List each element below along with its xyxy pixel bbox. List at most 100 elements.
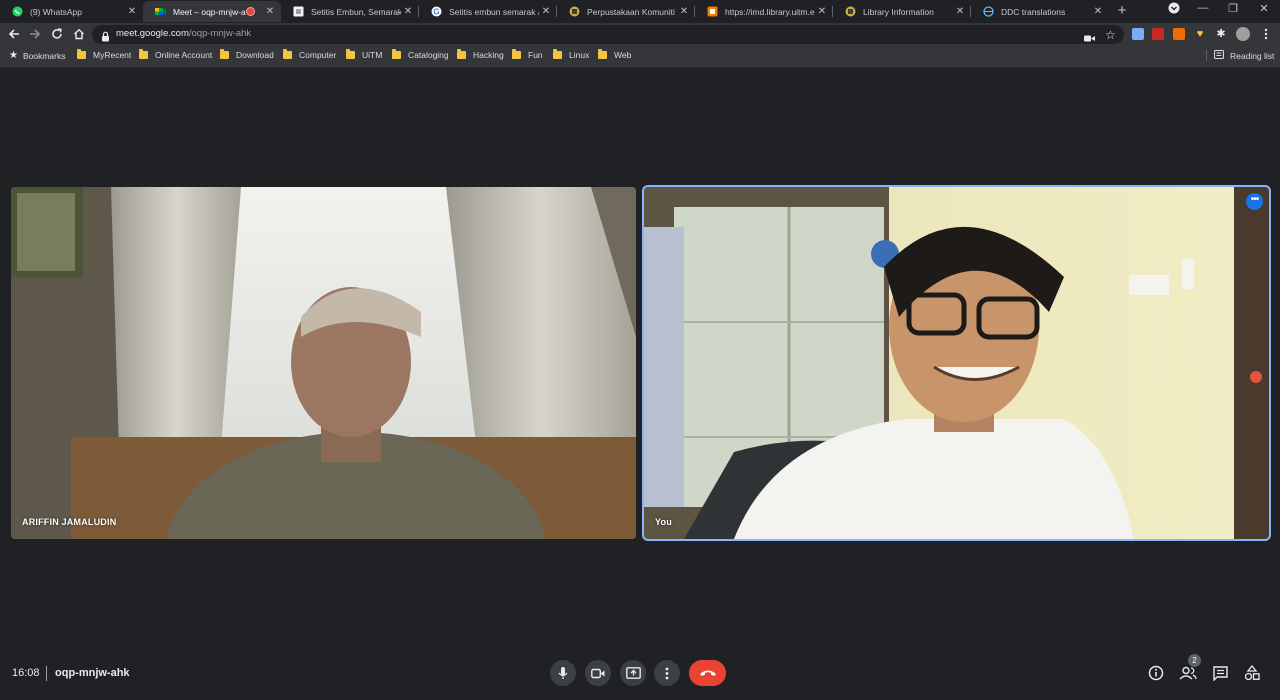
meeting-code: oqp-mnjw-ahk bbox=[55, 667, 130, 679]
close-tab-icon[interactable]: ✕ bbox=[539, 6, 553, 17]
meeting-details-button[interactable] bbox=[1147, 664, 1165, 682]
activities-shapes-icon bbox=[1244, 665, 1260, 681]
participant-tile-remote[interactable]: ARIFFIN JAMALUDIN bbox=[11, 187, 636, 539]
meeting-info-divider bbox=[46, 666, 47, 681]
folder-icon bbox=[553, 49, 562, 59]
tab-ddc-translations[interactable]: DDC translations ✕ bbox=[971, 1, 1109, 22]
forward-button[interactable] bbox=[28, 27, 42, 41]
more-options-button[interactable] bbox=[654, 660, 680, 686]
profile-avatar[interactable] bbox=[1236, 27, 1250, 41]
tab-whatsapp[interactable]: (9) WhatsApp ✕ bbox=[0, 1, 143, 22]
restore-window-button[interactable]: ❐ bbox=[1223, 2, 1243, 15]
tab-imd-library[interactable]: https://imd.library.uitm.edu ✕ bbox=[695, 1, 833, 22]
bookmark-star-icon[interactable]: ☆ bbox=[1105, 28, 1116, 42]
close-tab-icon[interactable]: ✕ bbox=[125, 6, 139, 17]
page-icon bbox=[293, 6, 304, 17]
bookmark-folder-myrecent[interactable]: MyRecent bbox=[77, 49, 132, 60]
close-tab-icon[interactable]: ✕ bbox=[401, 6, 415, 17]
tab-divider bbox=[970, 6, 971, 17]
bookmarks-manager[interactable]: ★ Bookmarks bbox=[9, 50, 65, 61]
tab-title: Setitis Embun, Semarak Ap bbox=[311, 6, 401, 17]
tab-title: https://imd.library.uitm.edu bbox=[725, 6, 815, 17]
bookmark-folder-hacking[interactable]: Hacking bbox=[457, 49, 504, 60]
bookmark-folder-computer[interactable]: Computer bbox=[283, 49, 336, 60]
bookmark-label: Online Account bbox=[155, 50, 213, 60]
folder-icon bbox=[457, 49, 466, 59]
close-tab-icon[interactable]: ✕ bbox=[815, 6, 829, 17]
close-tab-icon[interactable]: ✕ bbox=[953, 6, 967, 17]
browser-menu-icon[interactable] bbox=[1259, 27, 1273, 41]
tab-google-search[interactable]: G Setitis embun semarak ap ✕ bbox=[419, 1, 557, 22]
bookmarks-bar: ★ Bookmarks MyRecent Online Account Downl… bbox=[0, 46, 1280, 68]
extension-orange-icon[interactable] bbox=[1173, 28, 1185, 40]
reading-list-button[interactable]: Reading list bbox=[1206, 50, 1274, 61]
tab-divider bbox=[556, 6, 557, 17]
close-tab-icon[interactable]: ✕ bbox=[1091, 6, 1105, 17]
activities-button[interactable] bbox=[1243, 664, 1261, 682]
new-tab-button[interactable]: + bbox=[1114, 3, 1130, 19]
meeting-clock: 16:08 bbox=[12, 667, 40, 679]
tab-library-information[interactable]: Library Information ✕ bbox=[833, 1, 971, 22]
more-vert-icon bbox=[665, 667, 669, 679]
bookmark-folder-web[interactable]: Web bbox=[598, 49, 631, 60]
folder-icon bbox=[346, 49, 355, 59]
chat-icon bbox=[1212, 665, 1228, 681]
home-button[interactable] bbox=[72, 27, 86, 41]
url-path: /oqp-mnjw-ahk bbox=[188, 28, 252, 39]
address-bar[interactable]: meet.google.com/oqp-mnjw-ahk ☆ bbox=[92, 25, 1124, 44]
camera-icon bbox=[591, 668, 605, 678]
extension-red-icon[interactable] bbox=[1152, 28, 1164, 40]
present-screen-button[interactable] bbox=[620, 660, 646, 686]
back-button[interactable] bbox=[7, 27, 21, 41]
chat-button[interactable] bbox=[1211, 664, 1229, 682]
microphone-icon bbox=[558, 667, 568, 679]
tile-more-options-button[interactable]: ••• bbox=[1246, 193, 1263, 210]
tab-title: (9) WhatsApp bbox=[30, 6, 82, 17]
whatsapp-icon bbox=[12, 6, 23, 17]
library-icon bbox=[569, 6, 580, 17]
close-tab-icon[interactable]: ✕ bbox=[677, 6, 691, 17]
tab-divider bbox=[832, 6, 833, 17]
url-host: meet.google.com bbox=[116, 28, 189, 39]
close-tab-icon[interactable]: ✕ bbox=[263, 6, 277, 17]
bookmark-folder-download[interactable]: Download bbox=[220, 49, 274, 60]
bookmark-label: UiTM bbox=[362, 50, 383, 60]
bookmark-folder-linux[interactable]: Linux bbox=[553, 49, 590, 60]
present-screen-icon bbox=[625, 667, 641, 679]
leave-call-button[interactable] bbox=[689, 660, 726, 686]
microphone-button[interactable] bbox=[550, 660, 576, 686]
folder-icon bbox=[77, 49, 86, 59]
bookmark-label: MyRecent bbox=[93, 50, 132, 60]
browser-toolbar: meet.google.com/oqp-mnjw-ahk ☆ ♥ ✱ bbox=[0, 23, 1280, 46]
recording-indicator-icon bbox=[246, 7, 255, 16]
minimize-window-button[interactable]: — bbox=[1193, 2, 1213, 14]
folder-icon bbox=[512, 49, 521, 59]
tab-setitis-embun[interactable]: Setitis Embun, Semarak Ap ✕ bbox=[281, 1, 419, 22]
extensions-puzzle-icon[interactable]: ✱ bbox=[1215, 28, 1227, 40]
bookmark-label: Download bbox=[236, 50, 274, 60]
folder-icon bbox=[392, 49, 401, 59]
tab-title: Perpustakaan Komuniti Al- bbox=[587, 6, 677, 17]
folder-icon bbox=[283, 49, 292, 59]
self-video-feed bbox=[644, 187, 1269, 539]
globe-icon bbox=[983, 6, 994, 17]
bookmark-label: Linux bbox=[569, 50, 590, 60]
participant-tile-self[interactable]: You ••• bbox=[644, 187, 1269, 539]
bookmark-label: Cataloging bbox=[408, 50, 449, 60]
tab-meet[interactable]: Meet – oqp-mnjw-ahk ✕ bbox=[143, 1, 281, 22]
bookmark-folder-fun[interactable]: Fun bbox=[512, 49, 543, 60]
bookmark-label: Fun bbox=[528, 50, 543, 60]
bookmark-label: Hacking bbox=[473, 50, 504, 60]
tab-perpustakaan[interactable]: Perpustakaan Komuniti Al- ✕ bbox=[557, 1, 695, 22]
close-window-button[interactable]: ✕ bbox=[1254, 2, 1274, 15]
bookmark-folder-online-account[interactable]: Online Account bbox=[139, 49, 213, 60]
extension-heart-icon[interactable]: ♥ bbox=[1194, 28, 1206, 40]
star-icon: ★ bbox=[9, 50, 18, 61]
tab-search-icon[interactable] bbox=[1164, 2, 1184, 17]
reload-button[interactable] bbox=[50, 27, 64, 41]
participant-name: You bbox=[655, 517, 672, 527]
bookmark-folder-uitm[interactable]: UiTM bbox=[346, 49, 383, 60]
bookmark-folder-cataloging[interactable]: Cataloging bbox=[392, 49, 449, 60]
camera-button[interactable] bbox=[585, 660, 611, 686]
extension-docs-icon[interactable] bbox=[1132, 28, 1144, 40]
